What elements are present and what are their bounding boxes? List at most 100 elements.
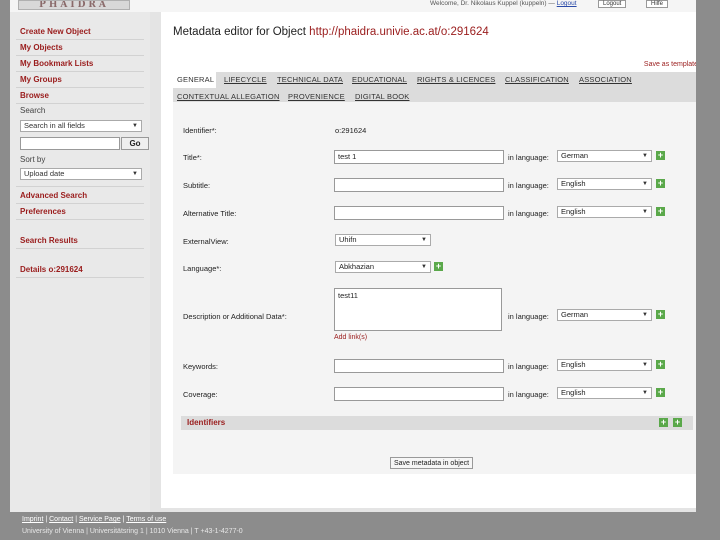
language-select[interactable]: Abkhazian ▼	[335, 261, 431, 273]
plus-icon[interactable]: +	[673, 418, 682, 427]
plus-icon[interactable]: +	[656, 388, 665, 397]
subtitle-lang-select[interactable]: English ▼	[557, 178, 652, 190]
sidebar-advanced-search[interactable]: Advanced Search	[20, 191, 87, 200]
logout-link[interactable]: Logout	[557, 0, 577, 7]
identifier-label: Identifier*:	[183, 126, 217, 135]
externalview-value: Uhifn	[339, 235, 357, 244]
plus-icon[interactable]: +	[656, 179, 665, 188]
divider	[16, 71, 144, 72]
search-input[interactable]	[20, 137, 120, 150]
plus-icon[interactable]: +	[656, 151, 665, 160]
sidebar-my-groups[interactable]: My Groups	[20, 75, 62, 84]
identifiers-section[interactable]: Identifiers + +	[181, 416, 693, 430]
plus-icon[interactable]: +	[656, 310, 665, 319]
service-page-link[interactable]: Service Page	[79, 516, 121, 523]
main-panel: Metadata editor for Object http://phaidr…	[161, 12, 698, 508]
keywords-input[interactable]	[334, 359, 504, 373]
keywords-lang-label: in language:	[508, 362, 549, 371]
app-frame: PHAIDRA Welcome, Dr. Nikolaus Kuppel (ku…	[10, 0, 698, 512]
coverage-lang-select[interactable]: English ▼	[557, 387, 652, 399]
footer-links: Imprint | Contact | Service Page | Terms…	[22, 516, 166, 523]
phaidra-logo[interactable]: PHAIDRA	[18, 0, 130, 10]
object-link[interactable]: http://phaidra.univie.ac.at/o:291624	[309, 26, 489, 38]
plus-icon[interactable]: +	[656, 360, 665, 369]
imprint-link[interactable]: Imprint	[22, 516, 43, 523]
help-chip[interactable]: Hilfe	[646, 0, 669, 8]
subtitle-lang-label: in language:	[508, 181, 549, 190]
plus-icon[interactable]: +	[659, 418, 668, 427]
tab-provenience[interactable]: PROVENIENCE	[288, 92, 345, 101]
keywords-lang-value: English	[561, 360, 586, 369]
tab-digital-book[interactable]: DIGITAL BOOK	[355, 92, 410, 101]
tab-technical-data[interactable]: TECHNICAL DATA	[277, 75, 343, 84]
title-lang-value: German	[561, 151, 589, 160]
add-links-link[interactable]: Add link(s)	[334, 334, 367, 341]
externalview-select[interactable]: Uhifn ▼	[335, 234, 431, 246]
search-scope-value: Search in all fields	[24, 121, 85, 130]
identifier-value: o:291624	[335, 126, 367, 135]
sort-select[interactable]: Upload date ▼	[20, 168, 142, 180]
caret-down-icon: ▼	[642, 390, 648, 396]
desc-lang-value: German	[561, 310, 589, 319]
alt-title-lang-label: in language:	[508, 209, 549, 218]
keywords-label: Keywords:	[183, 362, 219, 371]
contact-link[interactable]: Contact	[49, 516, 73, 523]
lang-chip[interactable]: Logout	[598, 0, 627, 8]
caret-down-icon: ▼	[642, 312, 648, 318]
footer-address: University of Vienna | Universitätsring …	[22, 528, 243, 535]
alternative-title-input[interactable]	[334, 206, 504, 220]
alt-title-lang-select[interactable]: English ▼	[557, 206, 652, 218]
title-label: Title*:	[183, 153, 202, 162]
page-title-text: Metadata editor for Object	[173, 26, 306, 38]
divider	[16, 103, 144, 104]
tab-classification[interactable]: CLASSIFICATION	[505, 75, 569, 84]
sidebar-my-objects[interactable]: My Objects	[20, 43, 63, 52]
sidebar-preferences[interactable]: Preferences	[20, 207, 66, 216]
top-bar: PHAIDRA Welcome, Dr. Nikolaus Kuppel (ku…	[10, 0, 696, 12]
page-title: Metadata editor for Object http://phaidr…	[173, 26, 489, 38]
coverage-label: Coverage:	[183, 390, 218, 399]
keywords-lang-select[interactable]: English ▼	[557, 359, 652, 371]
tab-educational[interactable]: EDUCATIONAL	[352, 75, 407, 84]
alternative-title-label: Alternative Title:	[183, 209, 237, 218]
user-name: Welcome, Dr. Nikolaus Kuppel (kuppeln) —	[430, 0, 555, 7]
sidebar-browse[interactable]: Browse	[20, 91, 49, 100]
sidebar-bookmark-lists[interactable]: My Bookmark Lists	[20, 59, 93, 68]
desc-lang-label: in language:	[508, 312, 549, 321]
divider	[16, 39, 144, 40]
search-scope-select[interactable]: Search in all fields ▼	[20, 120, 142, 132]
save-as-template-link[interactable]: Save as template	[644, 61, 698, 68]
sort-value: Upload date	[24, 169, 65, 178]
plus-icon[interactable]: +	[434, 262, 443, 271]
tab-general[interactable]: GENERAL	[177, 75, 214, 84]
caret-down-icon: ▼	[642, 181, 648, 187]
sidebar-details[interactable]: Details o:291624	[20, 265, 83, 274]
identifiers-label: Identifiers	[187, 418, 226, 427]
description-textarea[interactable]: test11	[334, 288, 502, 331]
title-lang-select[interactable]: German ▼	[557, 150, 652, 162]
title-input[interactable]: test 1	[334, 150, 504, 164]
description-label: Description or Additional Data*:	[183, 312, 287, 321]
save-metadata-button[interactable]: Save metadata in object	[390, 457, 474, 469]
tab-contextual-allegation[interactable]: CONTEXTUAL ALLEGATION	[177, 92, 280, 101]
divider	[16, 186, 144, 187]
tab-lifecycle[interactable]: LIFECYCLE	[224, 75, 267, 84]
divider	[16, 248, 144, 249]
tab-rights-licences[interactable]: RIGHTS & LICENCES	[417, 75, 495, 84]
sidebar-search-results[interactable]: Search Results	[20, 236, 78, 245]
desc-lang-select[interactable]: German ▼	[557, 309, 652, 321]
plus-icon[interactable]: +	[656, 207, 665, 216]
footer: Imprint | Contact | Service Page | Terms…	[10, 512, 696, 540]
tab-association[interactable]: ASSOCIATION	[579, 75, 632, 84]
subtitle-input[interactable]	[334, 178, 504, 192]
divider	[16, 277, 144, 278]
coverage-input[interactable]	[334, 387, 504, 401]
caret-down-icon: ▼	[132, 171, 138, 177]
coverage-lang-label: in language:	[508, 390, 549, 399]
right-margin	[696, 0, 720, 540]
sidebar-create-object[interactable]: Create New Object	[20, 27, 91, 36]
go-button[interactable]: Go	[121, 137, 149, 150]
divider	[16, 87, 144, 88]
caret-down-icon: ▼	[642, 153, 648, 159]
terms-of-use-link[interactable]: Terms of use	[126, 516, 166, 523]
